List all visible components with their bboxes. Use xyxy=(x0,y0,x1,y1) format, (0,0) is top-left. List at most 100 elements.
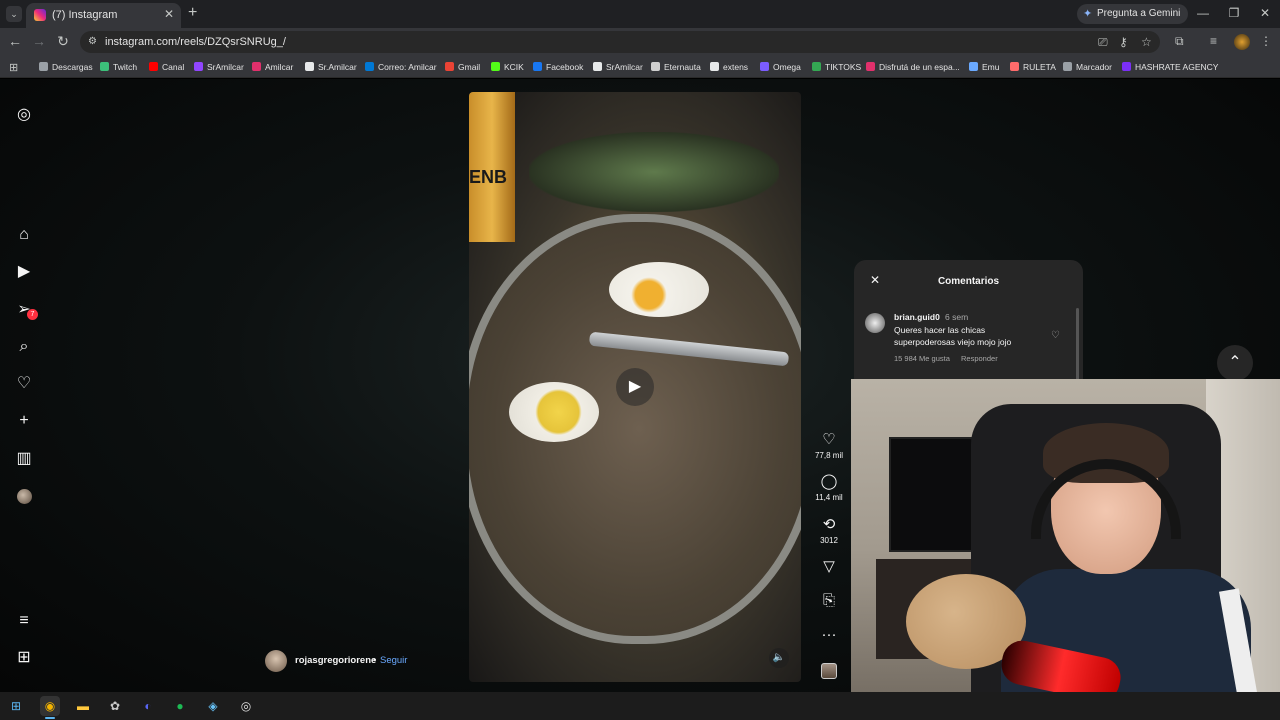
instagram-sidebar: ◎ ⌂ ▶ ➢ 7 ⌕ ♡ + ▥ ≡ ⊞ xyxy=(0,79,50,692)
dashboard-icon[interactable]: ▥ xyxy=(15,450,33,468)
profile-avatar[interactable] xyxy=(17,489,32,504)
bookmark-item[interactable]: Marcador xyxy=(1063,60,1112,74)
heart-icon[interactable]: ♡ xyxy=(15,375,33,393)
comment-likes[interactable]: 15 984 Me gusta xyxy=(894,354,950,363)
back-arrow-icon[interactable]: ← xyxy=(7,33,23,49)
more-apps-icon[interactable]: ⊞ xyxy=(15,649,33,667)
bookmark-item[interactable]: Omega xyxy=(760,60,801,74)
spotify-icon[interactable]: ● xyxy=(170,696,190,716)
comment-username[interactable]: brian.guid0 xyxy=(894,312,940,322)
video-frame-detail: ENB xyxy=(469,92,515,242)
share-button[interactable]: ▽ xyxy=(812,558,846,576)
create-icon[interactable]: + xyxy=(15,412,33,430)
profile-avatar-icon[interactable] xyxy=(1234,34,1250,50)
bookmark-item[interactable]: Sr.Amilcar xyxy=(305,60,357,74)
comment-button[interactable]: ◯ 11,4 mil xyxy=(812,473,846,503)
obs-icon[interactable]: ◎ xyxy=(236,696,256,716)
menu-icon[interactable]: ≡ xyxy=(15,612,33,630)
repost-button[interactable]: ⟲ 3012 xyxy=(812,516,846,546)
tab-search-icon[interactable]: ⌄ xyxy=(6,6,22,22)
address-bar[interactable]: ⚙ instagram.com/reels/DZQsrSNRUg_/ ⎚ ⚷ ☆ xyxy=(80,31,1160,53)
instagram-logo-icon[interactable]: ◎ xyxy=(15,106,33,124)
repost-icon: ⟲ xyxy=(822,516,836,533)
bookmark-item[interactable]: TIKTOKS xyxy=(812,60,861,74)
bookmark-item[interactable]: Facebook xyxy=(533,60,583,74)
home-icon[interactable]: ⌂ xyxy=(15,226,33,244)
bookmark-label: TIKTOKS xyxy=(825,62,862,72)
search-icon[interactable]: ⌕ xyxy=(15,338,33,356)
browser-tab-instagram[interactable]: (7) Instagram ✕ xyxy=(26,3,181,28)
minimize-button[interactable]: — xyxy=(1195,6,1211,20)
bookmark-label: RULETA xyxy=(1023,62,1056,72)
cast-icon[interactable]: ⎚ xyxy=(1098,35,1108,50)
bookmark-favicon-icon xyxy=(533,62,542,71)
app-icon[interactable]: ✿ xyxy=(105,696,125,716)
commenter-avatar[interactable] xyxy=(865,313,885,333)
bookmark-item[interactable]: SrAmilcar xyxy=(593,60,643,74)
bookmark-favicon-icon xyxy=(491,62,500,71)
steam-icon[interactable]: ◈ xyxy=(203,696,223,716)
bookmark-favicon-icon xyxy=(710,62,719,71)
chrome-menu-icon[interactable]: ⋮ xyxy=(1260,34,1272,48)
bookmark-item[interactable]: extens xyxy=(710,60,748,74)
bookmark-item[interactable]: SrAmilcar xyxy=(194,60,244,74)
bookmark-item[interactable]: Emu xyxy=(969,60,999,74)
play-icon[interactable]: ▶ xyxy=(616,368,654,406)
forward-arrow-icon[interactable]: → xyxy=(31,33,47,49)
bookmark-label: Gmail xyxy=(458,62,481,72)
bookmark-item[interactable]: Gmail xyxy=(445,60,480,74)
site-info-icon[interactable]: ⚙ xyxy=(88,36,97,47)
tab-close-icon[interactable]: ✕ xyxy=(164,7,174,21)
author-username[interactable]: rojasgregoriorene xyxy=(295,655,376,666)
reload-icon[interactable]: ↻ xyxy=(55,33,71,50)
apps-grid-icon[interactable]: ⊞ xyxy=(9,61,18,74)
comments-scrollbar[interactable] xyxy=(1076,308,1079,390)
discord-icon[interactable]: ◐ xyxy=(138,696,158,716)
bookmark-label: Omega xyxy=(773,62,801,72)
new-tab-button[interactable]: + xyxy=(188,4,197,22)
ask-gemini-button[interactable]: ✦ Pregunta a Gemini xyxy=(1077,4,1189,24)
author-avatar[interactable] xyxy=(265,650,287,672)
bookmark-item[interactable]: Amilcar xyxy=(252,60,293,74)
url-text[interactable]: instagram.com/reels/DZQsrSNRUg_/ xyxy=(105,36,286,48)
bookmark-star-icon[interactable]: ☆ xyxy=(1141,35,1152,49)
audio-thumbnail[interactable] xyxy=(821,663,837,679)
follow-button[interactable]: Seguir xyxy=(380,655,407,666)
video-frame-detail xyxy=(609,262,709,317)
password-key-icon[interactable]: ⚷ xyxy=(1119,35,1128,49)
maximize-button[interactable]: ❐ xyxy=(1226,6,1242,20)
media-controls-icon[interactable]: ≡ xyxy=(1210,34,1217,48)
file-explorer-icon[interactable]: ▬ xyxy=(73,696,93,716)
like-button[interactable]: ♡ 77,8 mil xyxy=(812,431,846,461)
volume-icon[interactable]: 🔈 xyxy=(769,648,789,668)
bookmark-item[interactable]: Correo: Amilcar xyxy=(365,60,437,74)
bookmark-item[interactable]: RULETA xyxy=(1010,60,1056,74)
close-window-button[interactable]: ✕ xyxy=(1257,6,1273,20)
bookmark-item[interactable]: Disfrutá de un espa... xyxy=(866,60,960,74)
save-button[interactable]: ⎘ xyxy=(812,592,846,610)
bookmark-favicon-icon xyxy=(969,62,978,71)
windows-taskbar: ⊞ ◉ ▬ ✿ ◐ ● ◈ ◎ xyxy=(0,692,1280,720)
bookmark-item[interactable]: Descargas xyxy=(39,60,93,74)
reposts-count: 3012 xyxy=(820,536,838,545)
chrome-icon[interactable]: ◉ xyxy=(40,696,60,716)
comment-reply-button[interactable]: Responder xyxy=(961,354,998,363)
windows-start-icon[interactable]: ⊞ xyxy=(6,696,26,716)
extensions-puzzle-icon[interactable]: ⧉ xyxy=(1175,34,1184,49)
bookmark-label: Amilcar xyxy=(265,62,294,72)
more-options-button[interactable]: ··· xyxy=(812,626,846,644)
comment-time: 6 sem xyxy=(945,312,969,322)
comments-panel: ✕ Comentarios brian.guid0 6 sem Queres h… xyxy=(854,260,1083,390)
bookmark-item[interactable]: KCIK xyxy=(491,60,524,74)
comment-heart-icon[interactable]: ♡ xyxy=(1051,330,1060,341)
bookmark-item[interactable]: HASHRATE AGENCY xyxy=(1122,60,1218,74)
bookmark-item[interactable]: Eternauta xyxy=(651,60,701,74)
chevron-up-icon[interactable]: ⌃ xyxy=(1217,345,1253,381)
bookmark-item[interactable]: Canal xyxy=(149,60,184,74)
bookmark-item[interactable]: Twitch xyxy=(100,60,137,74)
reel-video[interactable]: ENB ▶ 🔈 xyxy=(469,92,801,682)
bookmark-favicon-icon xyxy=(760,62,769,71)
bookmark-label: KCIK xyxy=(504,62,524,72)
reels-icon[interactable]: ▶ xyxy=(15,263,33,281)
bookmark-label: HASHRATE AGENCY xyxy=(1135,62,1219,72)
